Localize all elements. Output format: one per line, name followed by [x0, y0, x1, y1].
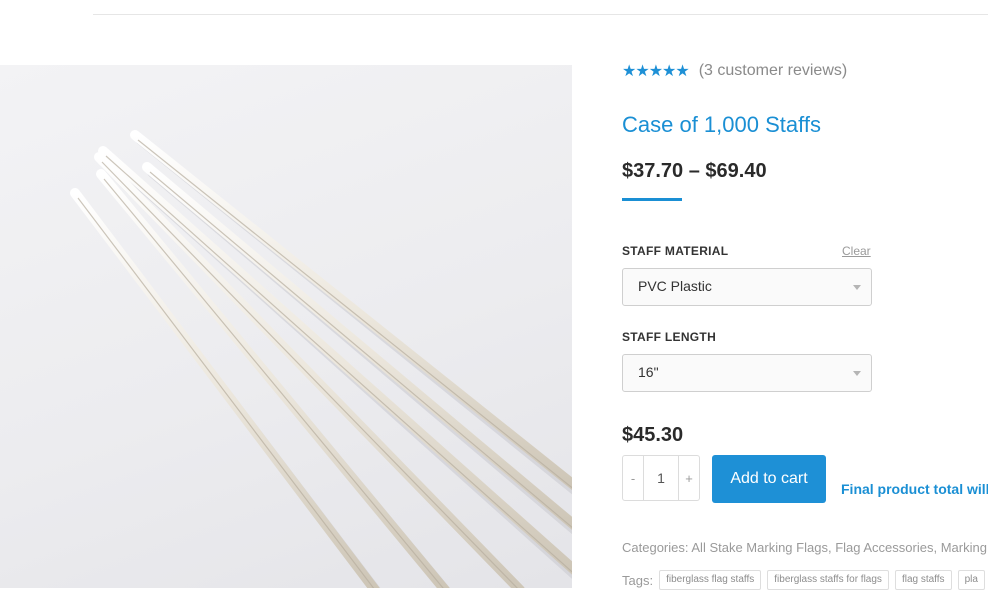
category-link[interactable]: Flag Accessories [835, 540, 933, 555]
product-tags: Tags: fiberglass flag staffs fiberglass … [622, 570, 985, 590]
chevron-down-icon [853, 285, 861, 290]
clear-selection-link[interactable]: Clear [842, 244, 871, 258]
categories-label: Categories: [622, 540, 689, 555]
tag-link[interactable]: fiberglass flag staffs [659, 570, 762, 590]
rating-row: ★★★★★ (3 customer reviews) [622, 62, 847, 80]
category-link[interactable]: Marking A [941, 540, 988, 555]
tag-link[interactable]: fiberglass staffs for flags [767, 570, 889, 590]
chevron-down-icon [853, 371, 861, 376]
product-photo-staffs [70, 130, 572, 588]
quantity-increase-button[interactable]: + [679, 456, 699, 500]
customer-reviews-link[interactable]: (3 customer reviews) [699, 62, 847, 80]
staff-material-select[interactable]: PVC Plastic [622, 268, 872, 306]
staff-material-value: PVC Plastic [638, 278, 712, 294]
price-underline [622, 198, 682, 201]
tags-label: Tags: [622, 572, 654, 588]
star-rating-icon: ★★★★★ [622, 61, 690, 80]
category-link[interactable]: All Stake Marking Flags [691, 540, 828, 555]
final-total-note: Final product total will [841, 481, 988, 497]
quantity-decrease-button[interactable]: - [623, 456, 643, 500]
variation-price: $45.30 [622, 424, 684, 446]
product-summary: ★★★★★ (3 customer reviews) Case of 1,000… [622, 0, 988, 590]
quantity-input[interactable]: 1 [643, 456, 679, 500]
product-title: Case of 1,000 Staffs [622, 112, 821, 137]
price-range: $37.70 – $69.40 [622, 160, 767, 182]
staff-length-select[interactable]: 16" [622, 354, 872, 392]
product-image[interactable] [0, 65, 572, 588]
staff-material-label: STAFF MATERIAL [622, 244, 729, 258]
staff-length-value: 16" [638, 364, 659, 380]
product-categories: Categories: All Stake Marking Flags, Fla… [622, 540, 988, 555]
tag-link[interactable]: pla [957, 570, 985, 590]
quantity-stepper: - 1 + [622, 455, 700, 501]
add-to-cart-button[interactable]: Add to cart [712, 455, 826, 503]
staff-length-label: STAFF LENGTH [622, 330, 717, 344]
tag-link[interactable]: flag staffs [894, 570, 952, 590]
